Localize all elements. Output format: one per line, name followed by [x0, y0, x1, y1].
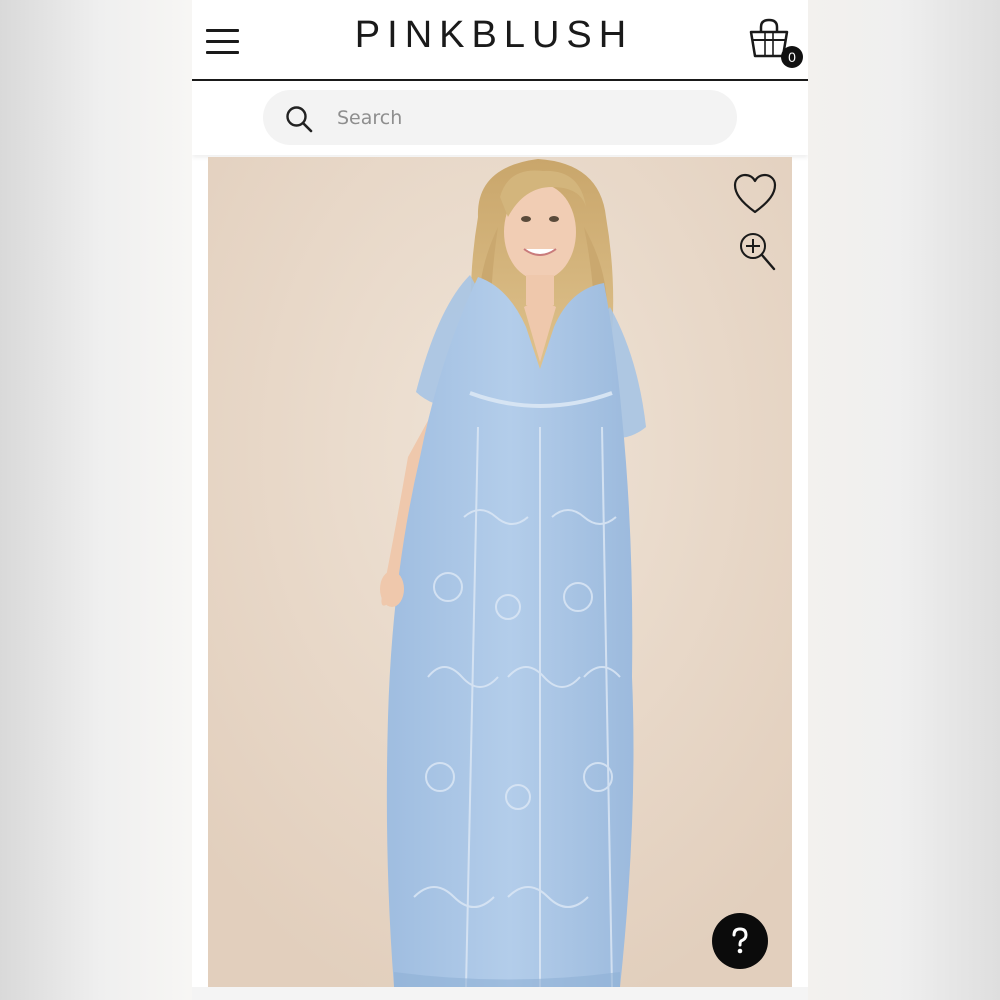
- search-bar: [192, 81, 808, 155]
- heart-outline-icon: [733, 173, 777, 214]
- mobile-page: PINKBLUSH 0: [192, 0, 808, 1000]
- brand-logo[interactable]: PINKBLUSH: [292, 14, 696, 57]
- wishlist-button[interactable]: [732, 173, 778, 215]
- search-field[interactable]: [263, 90, 737, 145]
- cart-count-badge: 0: [781, 46, 803, 68]
- product-image[interactable]: [208, 157, 792, 987]
- product-photo-illustration: [208, 157, 792, 987]
- question-mark-icon: [732, 927, 748, 954]
- help-chat-button[interactable]: [712, 913, 768, 969]
- site-header: PINKBLUSH 0: [192, 0, 808, 81]
- hamburger-menu-icon[interactable]: [206, 26, 240, 56]
- search-input[interactable]: [335, 101, 719, 135]
- search-icon[interactable]: [285, 105, 313, 133]
- bottom-bar: [192, 987, 808, 1000]
- zoom-in-icon: [740, 233, 776, 271]
- shopping-bag-button[interactable]: 0: [748, 18, 804, 70]
- zoom-button[interactable]: [738, 231, 778, 273]
